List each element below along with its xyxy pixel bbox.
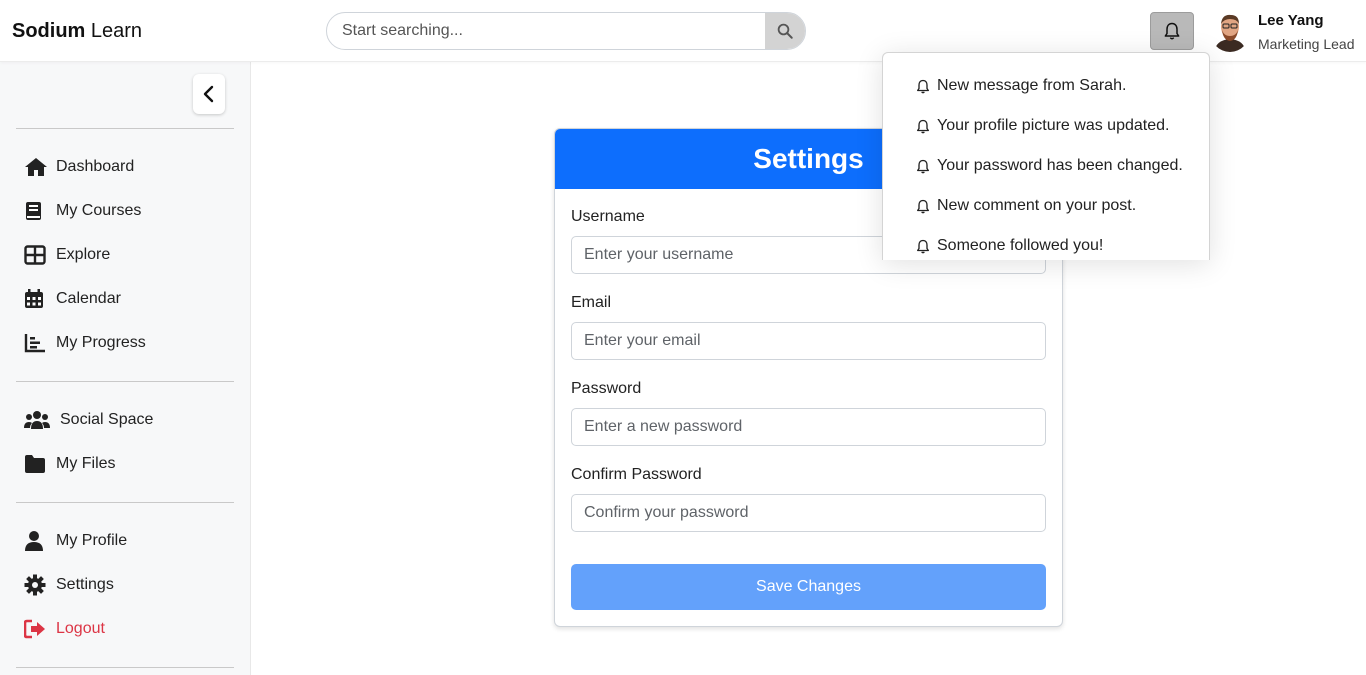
bell-icon	[915, 78, 937, 95]
bell-icon	[1164, 22, 1180, 40]
search-input[interactable]	[327, 13, 767, 49]
sidebar-divider	[16, 381, 234, 382]
brand-name-bold: Sodium	[12, 20, 86, 42]
confirm-password-label: Confirm Password	[571, 466, 702, 483]
book-icon	[24, 200, 50, 222]
sidebar-item-label: My Courses	[56, 202, 142, 219]
collapse-sidebar-button[interactable]	[193, 74, 225, 114]
password-label: Password	[571, 380, 642, 397]
sidebar-item-logout[interactable]: Logout	[24, 614, 105, 644]
notification-item[interactable]: Someone followed you!	[915, 234, 1103, 258]
sidebar-item-label: Logout	[56, 620, 105, 637]
bell-icon	[915, 238, 937, 255]
brand-name-light: Learn	[90, 20, 143, 42]
email-label: Email	[571, 294, 612, 311]
gear-icon	[24, 574, 50, 596]
confirm-password-field[interactable]	[571, 494, 1046, 532]
sidebar-item-dashboard[interactable]: Dashboard	[24, 152, 134, 182]
search-bar	[326, 12, 806, 50]
bell-icon	[915, 158, 937, 175]
calendar-icon	[24, 288, 50, 310]
brand-logo[interactable]: Sodium Learn	[12, 20, 142, 43]
sidebar-divider	[16, 502, 234, 503]
username-label: Username	[571, 208, 645, 225]
folder-icon	[24, 453, 50, 475]
sidebar-item-my-courses[interactable]: My Courses	[24, 196, 141, 226]
sidebar-item-label: My Profile	[56, 532, 128, 549]
search-button[interactable]	[765, 13, 805, 49]
sidebar-item-label: Calendar	[56, 290, 121, 307]
sidebar-item-my-progress[interactable]: My Progress	[24, 328, 146, 358]
avatar[interactable]	[1210, 10, 1250, 52]
avatar-image	[1210, 10, 1250, 52]
sidebar-item-explore[interactable]: Explore	[24, 240, 110, 270]
sidebar: Dashboard My Courses Explore Calendar My…	[0, 62, 251, 675]
notification-text: New message from Sarah.	[937, 77, 1127, 94]
email-field[interactable]	[571, 322, 1046, 360]
sidebar-item-calendar[interactable]: Calendar	[24, 284, 121, 314]
sidebar-item-label: Explore	[56, 246, 111, 263]
home-icon	[24, 156, 50, 178]
user-icon	[24, 530, 50, 552]
sidebar-divider	[16, 667, 234, 668]
search-icon	[777, 23, 793, 39]
password-field[interactable]	[571, 408, 1046, 446]
users-icon	[24, 409, 54, 431]
user-name: Lee Yang	[1258, 12, 1324, 29]
sidebar-item-label: My Files	[56, 455, 116, 472]
notification-item[interactable]: New comment on your post.	[915, 194, 1136, 218]
sidebar-item-my-files[interactable]: My Files	[24, 449, 116, 479]
notification-text: New comment on your post.	[937, 197, 1137, 214]
notification-text: Someone followed you!	[937, 237, 1104, 254]
notifications-dropdown: New message from Sarah. Your profile pic…	[882, 52, 1210, 260]
notification-item[interactable]: Your password has been changed.	[915, 154, 1183, 178]
chevron-left-icon	[203, 85, 214, 103]
bell-icon	[915, 118, 937, 135]
grid-icon	[24, 244, 50, 266]
bell-icon	[915, 198, 937, 215]
sidebar-divider	[16, 128, 234, 129]
sidebar-item-label: Social Space	[60, 411, 154, 428]
sidebar-item-label: Settings	[56, 576, 114, 593]
sidebar-item-label: Dashboard	[56, 158, 135, 175]
save-changes-button[interactable]: Save Changes	[571, 564, 1046, 610]
sidebar-item-label: My Progress	[56, 334, 146, 351]
sidebar-item-settings[interactable]: Settings	[24, 570, 114, 600]
logout-icon	[24, 618, 50, 640]
notification-text: Your profile picture was updated.	[937, 117, 1170, 134]
sidebar-item-social-space[interactable]: Social Space	[24, 405, 153, 435]
notification-item[interactable]: Your profile picture was updated.	[915, 114, 1169, 138]
notification-text: Your password has been changed.	[937, 157, 1183, 174]
notifications-button[interactable]	[1150, 12, 1194, 50]
notification-item[interactable]: New message from Sarah.	[915, 74, 1126, 98]
sidebar-item-my-profile[interactable]: My Profile	[24, 526, 127, 556]
user-role: Marketing Lead	[1258, 36, 1355, 52]
chart-icon	[24, 332, 50, 354]
